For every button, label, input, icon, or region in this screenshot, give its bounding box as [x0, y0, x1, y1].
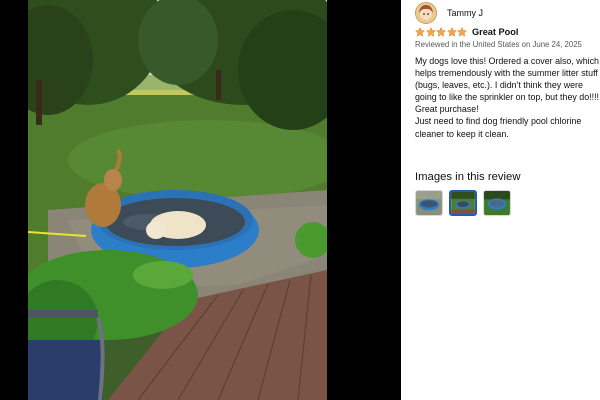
reviewer-profile[interactable]: Tammy J	[415, 2, 483, 24]
review-photo	[28, 0, 327, 400]
avatar[interactable]	[415, 2, 437, 24]
images-heading: Images in this review	[415, 171, 521, 183]
star-icon	[457, 27, 468, 37]
review-body: My dogs love this! Ordered a cover also,…	[415, 55, 600, 140]
image-thumbnail-selected[interactable]	[449, 190, 477, 216]
photo-thumbnail-icon	[451, 192, 475, 214]
image-thumbnail[interactable]	[483, 190, 511, 216]
image-thumbnail-strip	[415, 190, 517, 216]
reviewer-name[interactable]: Tammy J	[447, 8, 483, 18]
star-icon	[415, 27, 425, 37]
image-thumbnail[interactable]	[415, 190, 443, 216]
star-icon	[446, 27, 457, 37]
photo-thumbnail-icon	[484, 191, 510, 215]
review-title: Great Pool	[471, 27, 519, 37]
star-rating[interactable]	[415, 27, 468, 37]
lightbox-right-margin	[327, 0, 401, 400]
review-photo-viewer[interactable]	[28, 0, 327, 400]
review-panel: Tammy J Great Pool Reviewed in the Unite…	[405, 0, 600, 400]
rating-row: Great Pool	[415, 26, 518, 38]
review-body-paragraph: My dogs love this! Ordered a cover also,…	[415, 56, 600, 115]
review-date: Reviewed in the United States on June 24…	[415, 40, 582, 49]
star-icon	[425, 27, 436, 37]
review-body-paragraph: Just need to find dog friendly pool chlo…	[415, 116, 582, 139]
photo-thumbnail-icon	[416, 191, 442, 215]
lightbox-left-margin	[0, 0, 28, 400]
star-icon	[436, 27, 447, 37]
